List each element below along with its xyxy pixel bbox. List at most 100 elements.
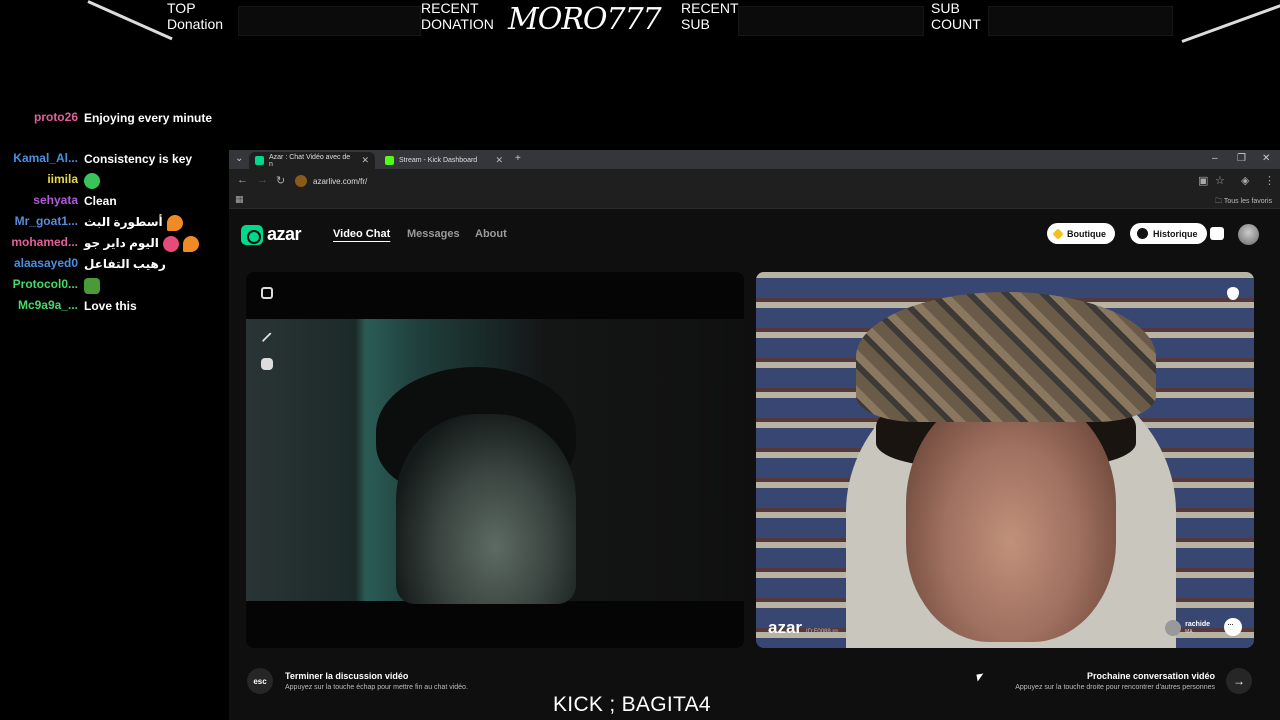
tab-title: Stream - Kick Dashboard	[399, 157, 478, 164]
stream-chat: proto26 Enjoying every minute Kamal_Al..…	[0, 108, 225, 317]
chat-text: رهيب التفاعل	[84, 257, 166, 271]
history-clock-icon	[1137, 228, 1148, 239]
partner-avatar	[1165, 620, 1182, 636]
all-bookmarks[interactable]: 🗀 Tous les favoris	[1215, 197, 1272, 208]
chat-username: Mr_goat1...	[14, 214, 78, 228]
address-bar: ← → ↻ azarlive.com/fr/ ▣ ☆ ◈ ⋮	[229, 169, 1280, 193]
chat-username: iimila	[47, 172, 78, 186]
stream-overlay-topbar: TOP Donation RECENT DONATION MORO777 REC…	[0, 0, 1280, 44]
bookmark-star-icon[interactable]: ☆	[1215, 174, 1225, 187]
chat-username: Protocol0...	[12, 277, 78, 291]
partner-text: rachide MA	[1185, 621, 1210, 636]
extension-icon[interactable]: ◈	[1241, 174, 1249, 187]
watermark-text: azar	[768, 618, 803, 637]
top-donation-label: TOP Donation	[167, 0, 224, 32]
self-video-face	[396, 414, 576, 604]
end-chat-button[interactable]: esc	[247, 668, 273, 694]
historique-button[interactable]: Historique	[1130, 223, 1207, 244]
apps-grid-icon[interactable]: ▦	[235, 194, 244, 205]
partner-video-panel: azar ID:F0088.rq rachide MA	[756, 272, 1254, 648]
inbox-icon[interactable]	[1210, 227, 1224, 240]
chat-username: alaasayed0	[13, 256, 78, 270]
chat-text: Love this	[84, 299, 137, 313]
green-emote-icon	[84, 172, 100, 189]
tab-close-icon[interactable]: ✕	[495, 155, 503, 166]
self-video-panel	[246, 272, 744, 648]
new-tab-icon[interactable]: +	[515, 153, 521, 164]
menu-icon[interactable]: ⋮	[1264, 174, 1275, 187]
site-info-icon[interactable]	[295, 175, 307, 187]
partner-video-cap	[856, 292, 1156, 422]
azar-logo-icon	[241, 224, 263, 245]
browser-window: ⌄ Azar : Chat Vidéo avec de n ✕ Stream -…	[229, 150, 1280, 720]
sub-count-label: SUB COUNT	[931, 0, 981, 32]
heart-eyes-emote-icon	[162, 235, 179, 252]
tab-close-icon[interactable]: ✕	[361, 155, 369, 166]
sub-count-box	[988, 6, 1173, 36]
chat-text: أسطورة البث	[84, 212, 224, 233]
maximize-icon[interactable]: ❐	[1237, 153, 1246, 164]
self-video-feed	[246, 319, 744, 604]
chat-message: sehyata Clean	[0, 191, 225, 212]
chat-message: Mr_goat1... أسطورة البث	[0, 212, 225, 233]
chat-username: sehyata	[33, 193, 78, 207]
open-chat-button[interactable]	[1224, 618, 1242, 636]
azar-watermark: azar ID:F0088.rq	[768, 618, 838, 638]
next-chat-button[interactable]: →	[1226, 668, 1252, 694]
recent-donation-label: RECENT DONATION	[421, 0, 494, 32]
chat-text-content: أسطورة البث	[84, 215, 163, 229]
partner-info[interactable]: rachide MA	[1165, 620, 1210, 636]
chat-text: Enjoying every minute	[84, 111, 213, 125]
tab-search-icon[interactable]: ⌄	[235, 153, 243, 164]
close-window-icon[interactable]: ✕	[1262, 153, 1270, 164]
partner-name: rachide	[1185, 620, 1210, 628]
azar-logo-text: azar	[267, 224, 302, 244]
forward-icon[interactable]: →	[257, 174, 268, 186]
end-chat-subtitle: Appuyez sur la touche échap pour mettre …	[285, 684, 468, 691]
nav-messages[interactable]: Messages	[407, 228, 460, 240]
boutique-button[interactable]: Boutique	[1047, 223, 1115, 244]
chat-text	[84, 275, 224, 296]
chat-username: mohamed...	[11, 235, 78, 249]
tab-title: Azar : Chat Vidéo avec de n	[269, 153, 351, 168]
end-chat-title: Terminer la discussion vidéo	[285, 671, 409, 681]
partner-country: MA	[1185, 628, 1193, 635]
cast-icon[interactable]: ▣	[1198, 174, 1208, 187]
chat-text: اليوم داير جو	[84, 233, 224, 254]
chat-message: iimila	[0, 170, 225, 191]
url-field[interactable]: azarlive.com/fr/	[295, 172, 367, 190]
avatar[interactable]	[1238, 224, 1259, 245]
chat-text: Clean	[84, 194, 117, 208]
url-text: azarlive.com/fr/	[313, 176, 368, 186]
back-icon[interactable]: ←	[237, 174, 248, 186]
stream-caption: KICK ; BAGITA4	[553, 693, 711, 716]
streamer-name: MORO777	[508, 2, 662, 37]
watermark-id: ID:F0088.rq	[806, 629, 838, 635]
nav-about[interactable]: About	[475, 228, 507, 240]
chat-message: mohamed... اليوم داير جو	[0, 233, 225, 254]
azar-favicon-icon	[255, 156, 264, 165]
expand-icon[interactable]	[261, 287, 273, 299]
mouse-cursor-icon	[976, 673, 985, 682]
nav-video-chat[interactable]: Video Chat	[333, 228, 390, 240]
boutique-label: Boutique	[1067, 228, 1106, 239]
reload-icon[interactable]: ↻	[276, 174, 285, 187]
partner-video-face	[906, 392, 1116, 642]
sticker-icon[interactable]	[261, 358, 273, 370]
arrow-right-icon: →	[1233, 674, 1245, 688]
tab-kick-dashboard[interactable]: Stream - Kick Dashboard ✕	[379, 152, 509, 169]
chat-message: Protocol0...	[0, 275, 225, 296]
tab-azar[interactable]: Azar : Chat Vidéo avec de n ✕	[249, 152, 375, 169]
recent-sub-box	[738, 6, 924, 36]
pepe-emote-icon	[84, 277, 100, 294]
chat-text-content: اليوم داير جو	[84, 236, 159, 250]
minimize-icon[interactable]: –	[1212, 153, 1218, 164]
kick-favicon-icon	[385, 156, 394, 165]
chat-message: Mc9a9a_... Love this	[0, 296, 225, 317]
azar-logo[interactable]: azar	[241, 224, 302, 245]
bookmarks-bar: ▦ 🗀 Tous les favoris	[229, 193, 1280, 209]
fire-emote-icon	[182, 235, 199, 252]
gem-icon	[1052, 227, 1064, 240]
all-bookmarks-label: Tous les favoris	[1223, 198, 1273, 205]
chat-text: Consistency is key	[84, 152, 193, 166]
